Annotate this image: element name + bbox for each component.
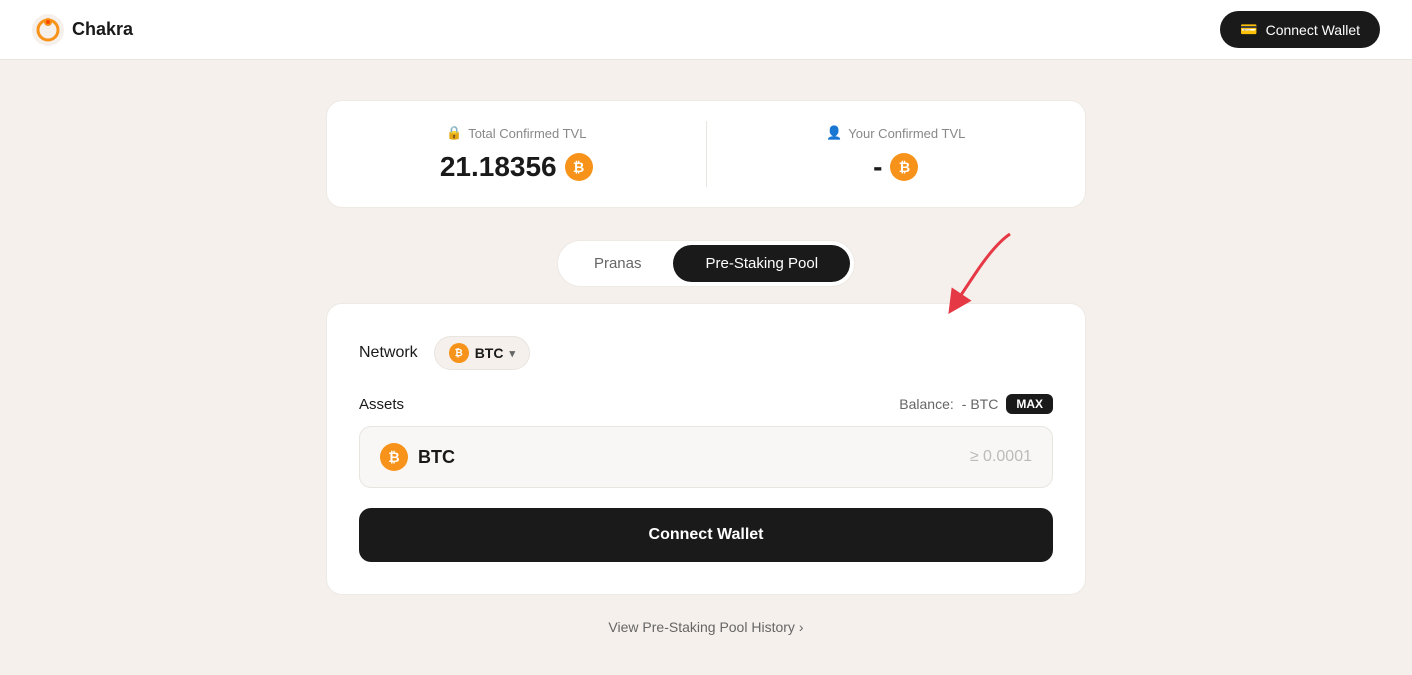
tab-pre-staking[interactable]: Pre-Staking Pool: [673, 245, 850, 282]
tvl-card: 🔒 Total Confirmed TVL 21.18356 ₿ 👤 Your …: [326, 100, 1086, 208]
tab-pranas[interactable]: Pranas: [562, 245, 674, 282]
assets-row: Assets Balance: - BTC MAX: [359, 394, 1053, 414]
btc-coin-your: ₿: [890, 153, 918, 181]
network-label: Network: [359, 344, 418, 362]
balance-info: Balance: - BTC MAX: [899, 394, 1053, 414]
chevron-down-icon: ▾: [509, 347, 515, 360]
user-icon: 👤: [826, 125, 842, 141]
asset-placeholder: ≥ 0.0001: [970, 448, 1032, 466]
lock-icon: 🔒: [446, 125, 462, 141]
your-tvl-value: - ₿: [873, 151, 918, 183]
header-connect-wallet-button[interactable]: 💳 Connect Wallet: [1220, 11, 1380, 48]
asset-name: BTC: [418, 447, 455, 468]
network-row: Network ₿ BTC ▾: [359, 336, 1053, 370]
network-value: BTC: [475, 345, 504, 361]
btc-asset-icon: ₿: [380, 443, 408, 471]
logo-text: Chakra: [72, 19, 133, 40]
connect-wallet-main-button[interactable]: Connect Wallet: [359, 508, 1053, 562]
chakra-logo-icon: [32, 14, 64, 46]
your-tvl-label: 👤 Your Confirmed TVL: [826, 125, 965, 141]
total-tvl-value: 21.18356 ₿: [440, 151, 593, 183]
max-button[interactable]: MAX: [1006, 394, 1053, 414]
balance-label: Balance:: [899, 396, 953, 412]
arrow-annotation: [925, 224, 1025, 314]
staking-card: Network ₿ BTC ▾ Assets Balance: - BTC MA…: [326, 303, 1086, 595]
history-link-text: View Pre-Staking Pool History: [608, 619, 794, 635]
chevron-right-icon: ›: [799, 619, 804, 635]
total-tvl-section: 🔒 Total Confirmed TVL 21.18356 ₿: [327, 101, 706, 207]
balance-value: - BTC: [962, 396, 999, 412]
network-btc-icon: ₿: [449, 343, 469, 363]
logo: Chakra: [32, 14, 133, 46]
btc-coin-total: ₿: [565, 153, 593, 181]
app-header: Chakra 💳 Connect Wallet: [0, 0, 1412, 60]
assets-label: Assets: [359, 396, 404, 413]
your-tvl-section: 👤 Your Confirmed TVL - ₿: [707, 101, 1086, 207]
asset-input-row: ₿ BTC ≥ 0.0001: [359, 426, 1053, 488]
history-link[interactable]: View Pre-Staking Pool History ›: [608, 619, 803, 635]
main-content: 🔒 Total Confirmed TVL 21.18356 ₿ 👤 Your …: [0, 60, 1412, 675]
tabs-container: Pranas Pre-Staking Pool: [557, 240, 855, 287]
wallet-icon: 💳: [1240, 21, 1257, 38]
network-selector[interactable]: ₿ BTC ▾: [434, 336, 530, 370]
total-tvl-label: 🔒 Total Confirmed TVL: [446, 125, 586, 141]
asset-left: ₿ BTC: [380, 443, 455, 471]
